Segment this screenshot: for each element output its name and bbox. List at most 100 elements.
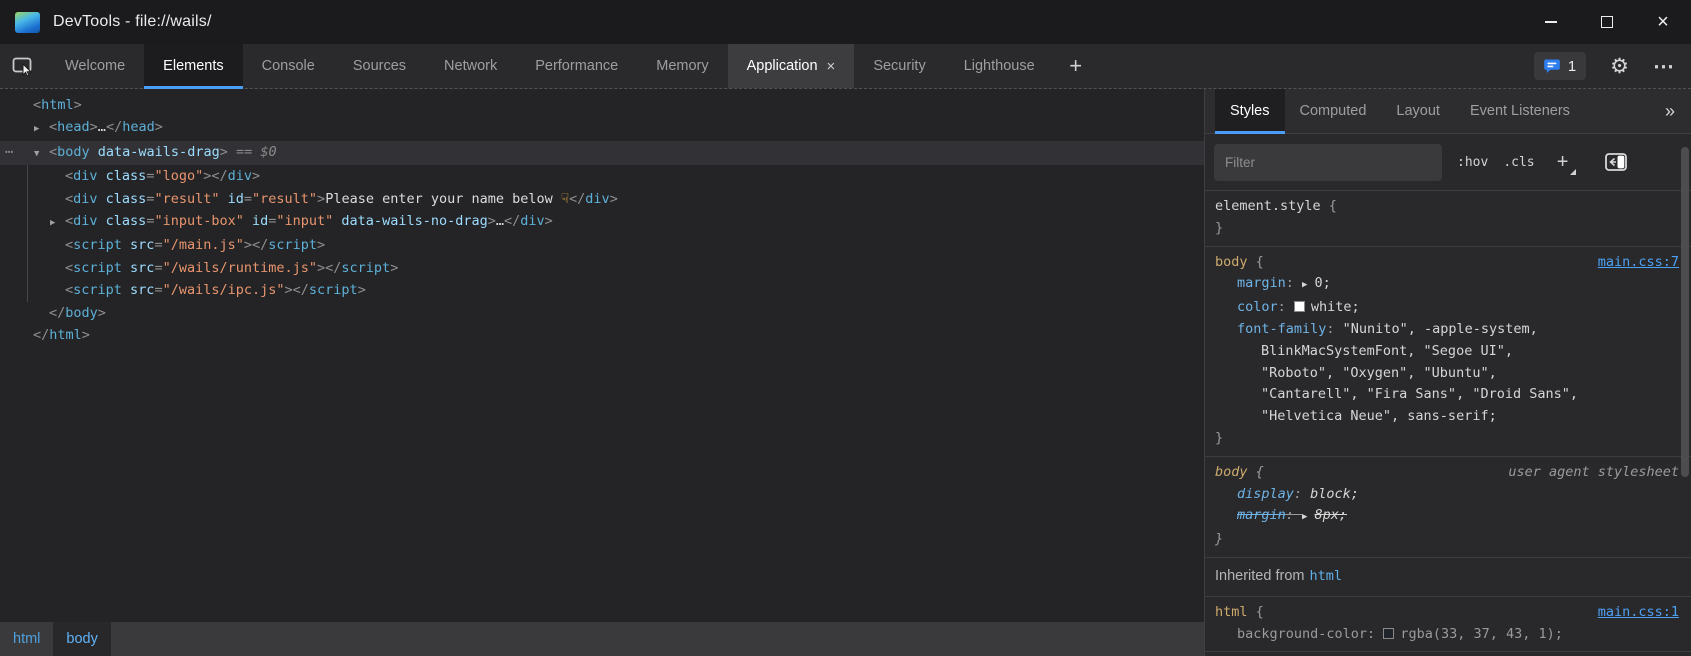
breadcrumb-label: body [66,631,97,647]
breadcrumb-item-html[interactable]: html [0,622,53,656]
css-property[interactable]: color: white; [1215,297,1679,319]
css-rule-header[interactable]: body {main.css:7 [1215,252,1679,274]
property-value: "Nunito", -apple-system, [1343,321,1538,337]
tab-security[interactable]: Security [854,44,944,88]
add-panel-button[interactable]: + [1054,44,1098,88]
dom-token: id [244,213,268,229]
css-rule-header[interactable]: body {user agent stylesheet [1215,462,1679,484]
dom-token: … [496,213,504,229]
css-property[interactable]: display: block; [1215,484,1679,506]
rule-selector[interactable]: body [1215,254,1248,270]
dom-token: > [317,191,325,207]
collapse-twisty-icon[interactable]: ▼ [34,143,49,165]
elements-panel: <html>▶<head>…</head>⋯ ▼ < body data-wails-… [0,89,1205,656]
styles-filter-input[interactable] [1214,144,1442,181]
dom-tree-node[interactable]: ▶<div class="input-box" id="input" data-… [0,210,1204,234]
rule-selector[interactable]: element.style [1215,198,1321,214]
dom-tree-node[interactable]: ⋯▼<body data-wails-drag> == $0 [0,141,1204,165]
dom-tree-node[interactable]: </html> [0,324,1204,346]
expand-shorthand-icon[interactable]: ▶ [1302,512,1307,522]
dom-token: html [41,97,74,113]
tab-elements[interactable]: Elements [144,44,242,88]
sidebar-tab-computed[interactable]: Computed [1285,89,1382,133]
styles-pane: element.style {} body {main.css:7margin: … [1205,191,1691,656]
rule-selector[interactable]: html [1215,604,1248,620]
expand-shorthand-icon[interactable]: ▶ [1302,280,1307,290]
devtools-logo-icon [15,12,40,33]
css-rule: body {user agent stylesheetdisplay: bloc… [1205,457,1691,558]
dom-token: script [73,260,122,276]
toggle-sidebar-button[interactable] [1605,153,1627,171]
css-property[interactable]: margin: ▶0; [1215,273,1679,297]
more-tabs-icon[interactable]: » [1665,101,1675,122]
property-value: "Roboto", "Oxygen", "Ubuntu", [1261,365,1497,381]
inspect-element-button[interactable] [0,44,46,88]
sidebar-tab-layout[interactable]: Layout [1381,89,1455,133]
stylesheet-link[interactable]: main.css:1 [1598,602,1679,624]
dom-tree-node[interactable]: <script src="/wails/runtime.js"></script… [0,257,1204,279]
css-property[interactable]: background-color: rgba(33, 37, 43, 1); [1215,624,1679,646]
dom-token: > [90,119,98,135]
css-property-wrap: "Helvetica Neue", sans-serif; [1215,406,1679,428]
issues-counter-button[interactable]: 1 [1534,52,1586,80]
tab-label: Console [262,58,315,74]
maximize-button[interactable] [1579,0,1635,44]
css-rule-close: } [1215,428,1679,450]
tab-sources[interactable]: Sources [334,44,425,88]
dom-tree-node[interactable]: ▶<head>…</head> [0,116,1204,140]
dom-token: </ [504,213,520,229]
toggle-pseudo-state-button[interactable]: :hov [1457,155,1488,170]
color-swatch[interactable] [1383,628,1394,639]
styles-scrollbar[interactable] [1681,147,1689,477]
property-value: rgba(33, 37, 43, 1); [1400,626,1563,642]
tab-application[interactable]: Application × [728,44,855,88]
tab-memory[interactable]: Memory [637,44,727,88]
stylesheet-link[interactable]: main.css:7 [1598,252,1679,274]
css-property[interactable]: font-family: "Nunito", -apple-system, [1215,319,1679,341]
more-options-button[interactable]: ⋯ [1653,56,1675,77]
toggle-element-classes-button[interactable]: .cls [1503,155,1534,170]
dom-tree-node[interactable]: </body> [0,302,1204,324]
dom-token: </ [569,191,585,207]
new-style-rule-button[interactable]: + [1550,152,1576,172]
tab-label: Network [444,58,497,74]
node-overflow-dots-icon[interactable]: ⋯ [5,141,13,163]
css-rule-header[interactable]: element.style { [1215,196,1679,218]
tab-console[interactable]: Console [243,44,334,88]
css-rule-header[interactable]: html {main.css:1 [1215,602,1679,624]
tab-lighthouse[interactable]: Lighthouse [945,44,1054,88]
dom-token: > [317,260,325,276]
property-value: 8px; [1314,507,1347,523]
property-colon: : [1326,321,1342,337]
dom-token: div [228,168,252,184]
dom-tree-node[interactable]: <div class="result" id="result">Please e… [0,188,1204,210]
dom-tree-node[interactable]: <script src="/main.js"></script> [0,234,1204,256]
sidebar-tab-styles[interactable]: Styles [1215,89,1285,133]
breadcrumb-item-body[interactable]: body [53,622,110,656]
dom-tree-node[interactable]: <script src="/wails/ipc.js"></script> [0,279,1204,301]
dom-tree-node[interactable]: <html> [0,94,1204,116]
rule-selector[interactable]: body [1215,464,1248,480]
minimize-button[interactable] [1523,0,1579,44]
dom-token: < [65,213,73,229]
dom-token: > [358,282,366,298]
inherited-node-link[interactable]: html [1309,568,1342,584]
dom-tree-node[interactable]: <div class="logo"></div> [0,165,1204,187]
tab-performance[interactable]: Performance [516,44,637,88]
expand-twisty-icon[interactable]: ▶ [50,212,65,234]
tab-label: Security [873,58,925,74]
tab-label: Sources [353,58,406,74]
expand-twisty-icon[interactable]: ▶ [34,118,49,140]
color-swatch[interactable] [1294,301,1305,312]
dom-token: data-wails-no-drag [333,213,487,229]
close-button[interactable]: × [1635,0,1691,44]
css-property[interactable]: margin: ▶8px; [1215,505,1679,529]
settings-button[interactable]: ⚙ [1610,56,1629,77]
dom-token: > [285,282,293,298]
tab-label: Application [747,58,818,74]
close-tab-icon[interactable]: × [827,59,836,74]
sidebar-tab-event-listeners[interactable]: Event Listeners [1455,89,1585,133]
minimize-icon [1545,21,1557,23]
tab-welcome[interactable]: Welcome [46,44,144,88]
tab-network[interactable]: Network [425,44,516,88]
